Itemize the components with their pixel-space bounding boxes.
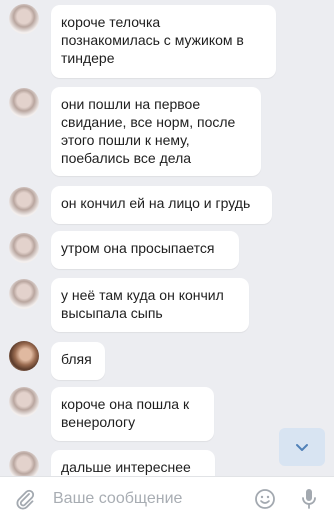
message-text: он кончил ей на лицо и грудь: [61, 195, 251, 211]
message-bubble[interactable]: короче телочка познакомилась с мужиком в…: [51, 5, 276, 78]
message-bubble[interactable]: бляя: [51, 342, 105, 380]
message-bubble[interactable]: они пошли на первое свидание, все норм, …: [51, 87, 261, 176]
avatar[interactable]: [9, 451, 39, 476]
paperclip-icon[interactable]: [14, 488, 36, 510]
message-text: у неё там куда он кончил высыпала сыпь: [61, 287, 224, 321]
chevron-down-icon: [296, 443, 308, 451]
avatar[interactable]: [9, 4, 39, 34]
message-text: утром она просыпается: [61, 240, 215, 256]
message-bubble[interactable]: дальше интереснее: [51, 450, 215, 476]
emoji-icon[interactable]: [254, 488, 276, 510]
avatar[interactable]: [9, 341, 39, 371]
message-list[interactable]: короче телочка познакомилась с мужиком в…: [0, 0, 334, 476]
message-text: короче телочка познакомилась с мужиком в…: [61, 14, 244, 66]
scroll-to-bottom-button[interactable]: [279, 428, 325, 466]
message-text: бляя: [61, 351, 92, 367]
message-composer: Ваше сообщение: [0, 476, 334, 522]
message-text: короче она пошла к венерологу: [61, 396, 190, 430]
avatar[interactable]: [9, 279, 39, 309]
message-bubble[interactable]: он кончил ей на лицо и грудь: [51, 186, 272, 224]
message-input[interactable]: Ваше сообщение: [53, 490, 182, 508]
avatar[interactable]: [9, 187, 39, 217]
avatar[interactable]: [9, 233, 39, 263]
microphone-icon[interactable]: [300, 487, 318, 511]
message-text: дальше интереснее: [61, 459, 191, 475]
message-bubble[interactable]: утром она просыпается: [51, 231, 239, 269]
avatar[interactable]: [9, 88, 39, 118]
message-text: они пошли на первое свидание, все норм, …: [61, 96, 236, 166]
avatar[interactable]: [9, 387, 39, 417]
message-bubble[interactable]: короче она пошла к венерологу: [51, 387, 214, 441]
message-bubble[interactable]: у неё там куда он кончил высыпала сыпь: [51, 278, 249, 332]
